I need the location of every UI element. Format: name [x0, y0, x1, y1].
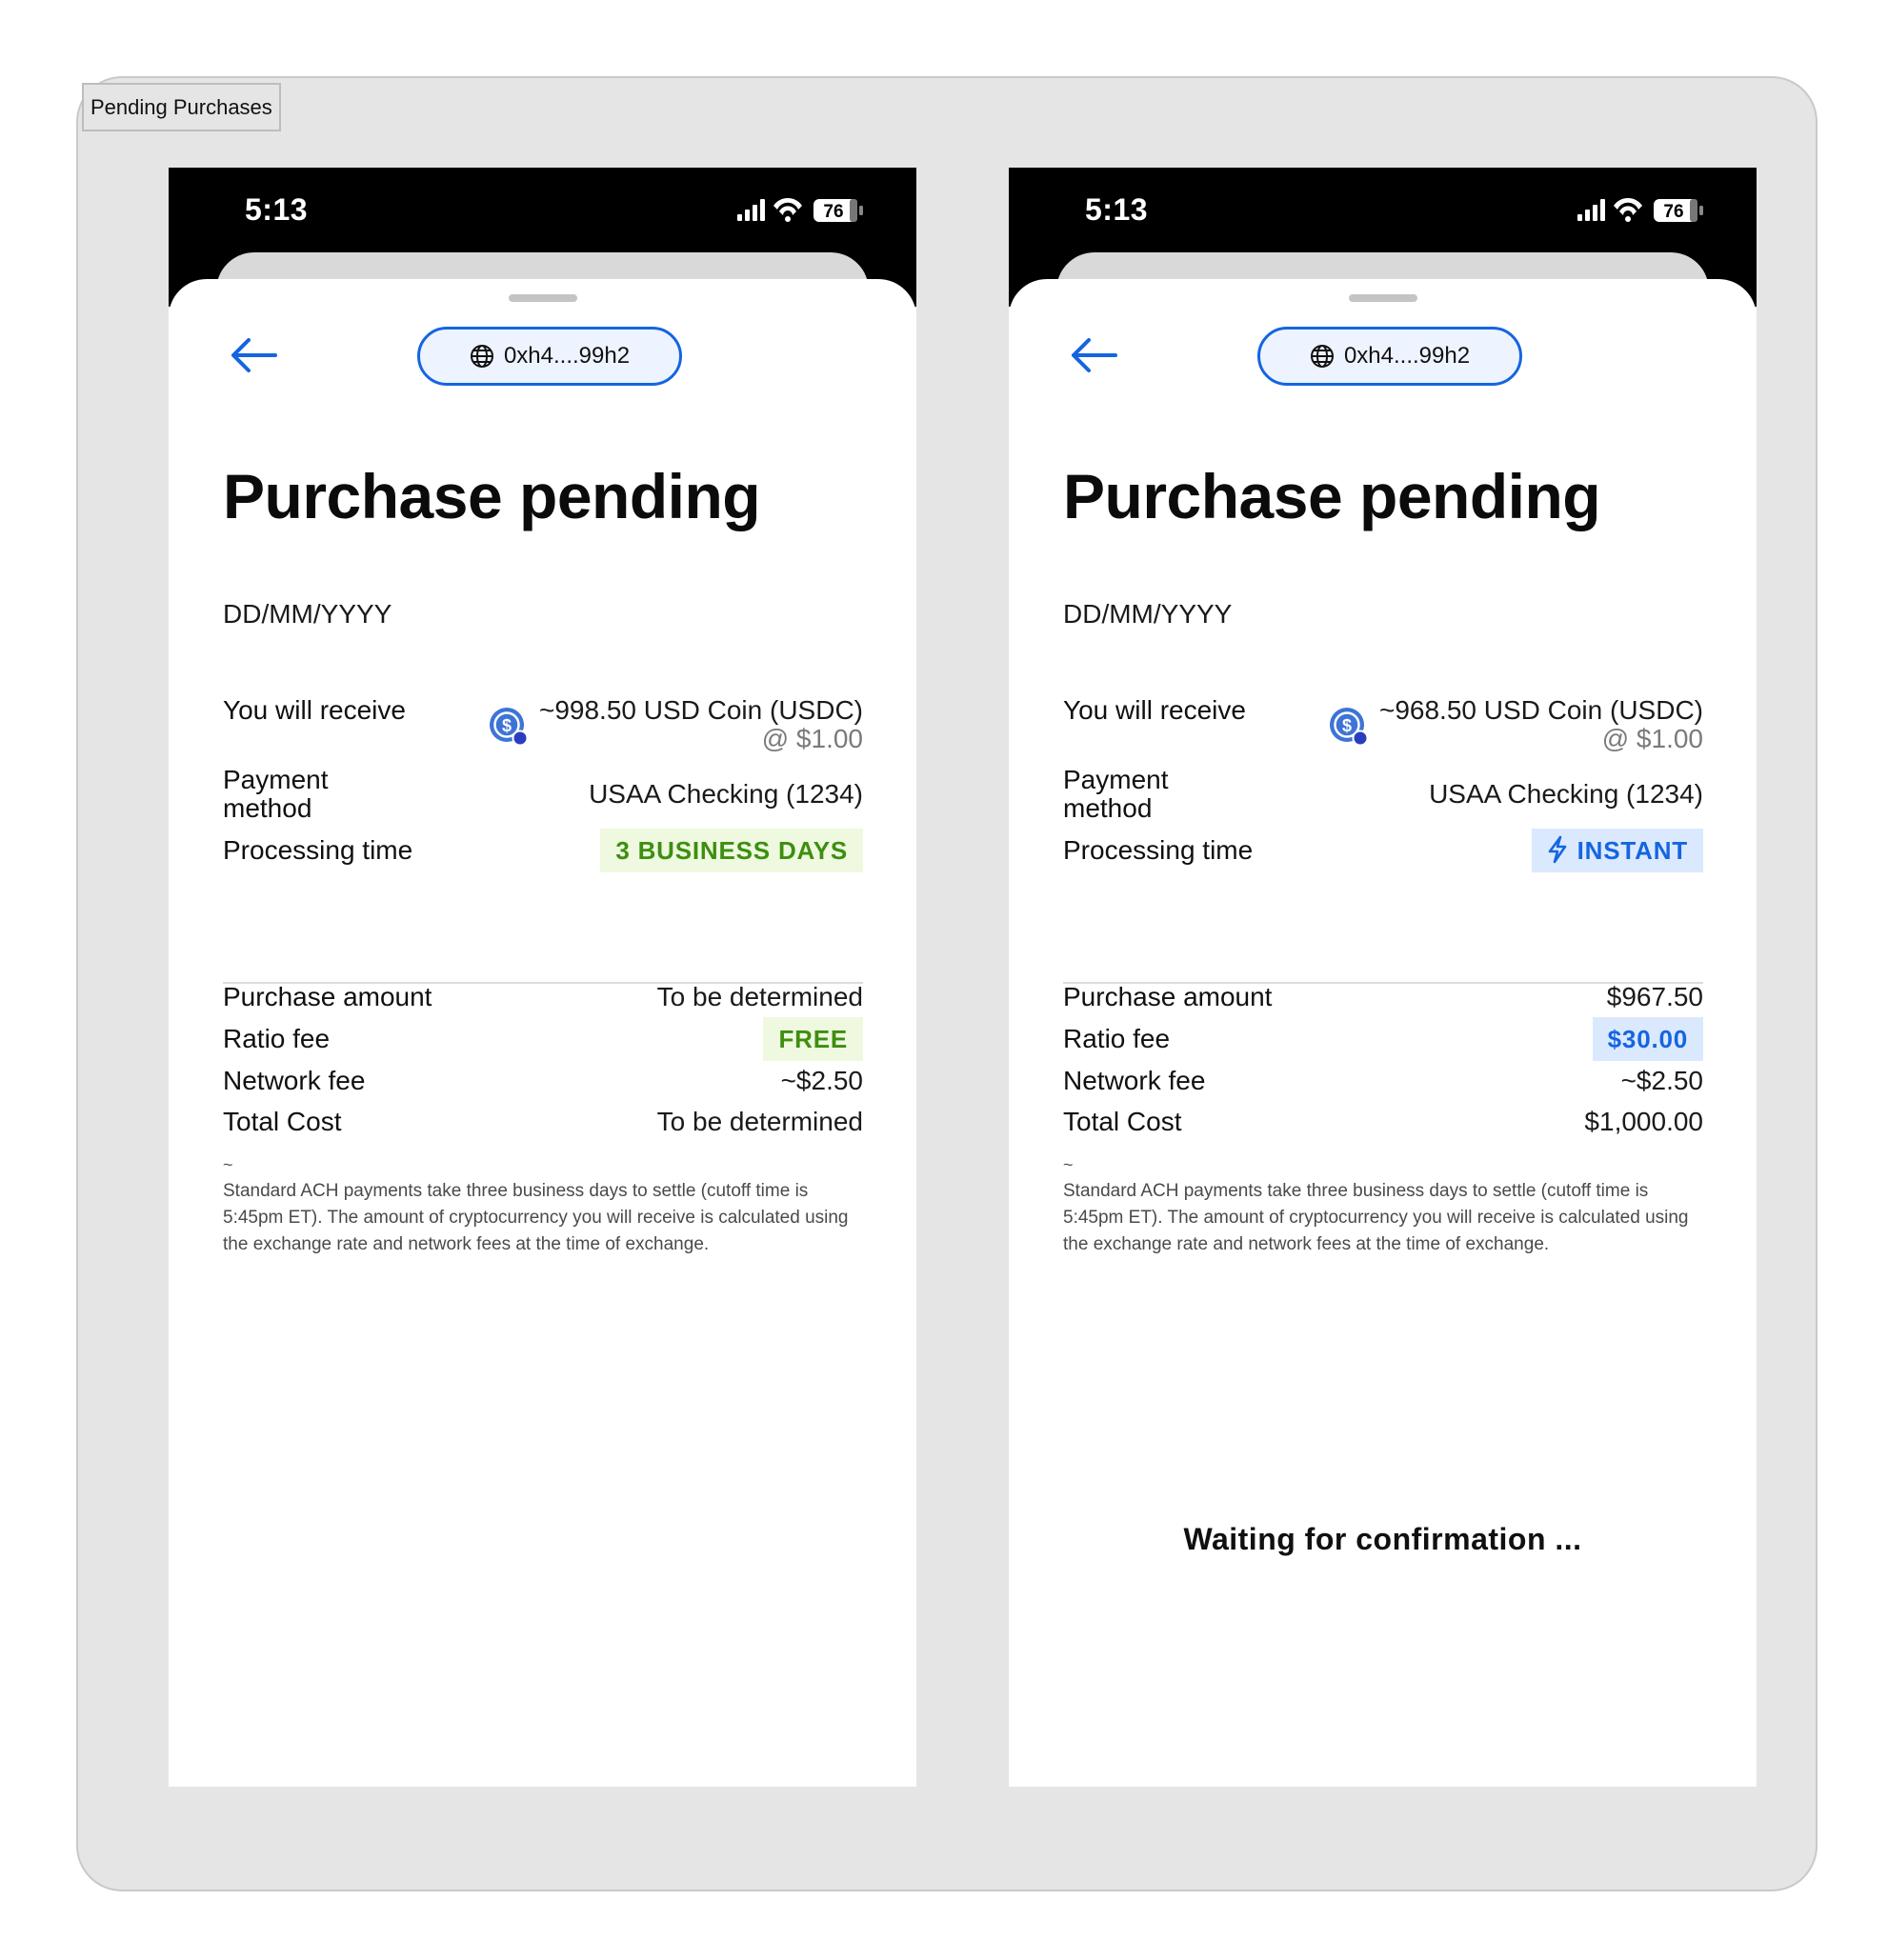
purchase-amount-value: To be determined: [656, 982, 863, 1011]
bottom-sheet: 0xh4....99h2 Purchase pending DD/MM/YYYY…: [1009, 279, 1757, 1787]
purchase-amount-label: Purchase amount: [223, 982, 432, 1011]
wallet-address-pill[interactable]: 0xh4....99h2: [417, 327, 682, 386]
footnote-text: Standard ACH payments take three busines…: [223, 1181, 849, 1254]
sheet-grabber[interactable]: [1349, 294, 1417, 302]
globe-icon: [1310, 345, 1334, 368]
payment-method-label-line2: method: [1063, 793, 1153, 823]
network-fee-value: ~$2.50: [780, 1066, 863, 1095]
svg-text:$: $: [502, 716, 512, 735]
lightning-bolt-icon: [1548, 835, 1566, 864]
bottom-sheet: 0xh4....99h2 Purchase pending DD/MM/YYYY…: [169, 279, 916, 1787]
wallet-address: 0xh4....99h2: [503, 343, 631, 369]
waiting-confirmation-text: Waiting for confirmation ...: [1183, 1522, 1582, 1556]
receive-rate: @ $1.00: [761, 724, 863, 753]
processing-time-badge: 3 BUSINESS DAYS: [600, 829, 863, 872]
signal-icon: [737, 199, 765, 221]
phone-screen-instant: 5:13 76 0xh4....99h2 Purchase pending DD…: [1009, 168, 1757, 1787]
network-fee-value: ~$2.50: [1620, 1066, 1703, 1095]
wallet-address: 0xh4....99h2: [1343, 343, 1471, 369]
battery-icon: 76: [1654, 199, 1703, 222]
frame-label: Pending Purchases: [82, 83, 281, 131]
ratio-fee-label: Ratio fee: [1063, 1024, 1171, 1053]
signal-icon: [1577, 199, 1605, 221]
payment-method-value: USAA Checking (1234): [1429, 779, 1703, 809]
page-title: Purchase pending: [1063, 461, 1601, 531]
purchase-date: DD/MM/YYYY: [223, 599, 392, 629]
status-icons: 76: [737, 197, 863, 222]
usdc-coin-icon: $: [1330, 708, 1369, 747]
ratio-fee-label: Ratio fee: [223, 1024, 331, 1053]
wifi-icon: [773, 197, 802, 222]
battery-icon: 76: [813, 199, 863, 222]
total-cost-value: $1,000.00: [1584, 1107, 1703, 1136]
svg-text:76: 76: [1663, 202, 1683, 222]
ratio-fee-badge: FREE: [763, 1017, 863, 1061]
footnote-text: Standard ACH payments take three busines…: [1063, 1181, 1689, 1254]
footnote-mark: ~: [223, 1155, 233, 1174]
receive-rate: @ $1.00: [1601, 724, 1703, 753]
total-cost-label: Total Cost: [1063, 1107, 1182, 1136]
payment-method-value: USAA Checking (1234): [589, 779, 863, 809]
status-time: 5:13: [1085, 192, 1149, 227]
svg-text:76: 76: [823, 202, 843, 222]
network-fee-label: Network fee: [1063, 1066, 1206, 1095]
back-arrow-icon[interactable]: [1068, 334, 1119, 376]
globe-icon: [470, 345, 493, 368]
purchase-date: DD/MM/YYYY: [1063, 599, 1233, 629]
payment-method-label-line2: method: [223, 793, 312, 823]
total-cost-value: To be determined: [656, 1107, 863, 1136]
wifi-icon: [1614, 197, 1642, 222]
receive-label: You will receive: [1063, 695, 1246, 725]
network-fee-label: Network fee: [223, 1066, 366, 1095]
footnote-mark: ~: [1063, 1155, 1074, 1174]
svg-text:$: $: [1342, 716, 1352, 735]
wallet-address-pill[interactable]: 0xh4....99h2: [1257, 327, 1522, 386]
processing-time-value: INSTANT: [1577, 836, 1688, 865]
sheet-grabber[interactable]: [509, 294, 577, 302]
status-time: 5:13: [245, 192, 309, 227]
purchase-amount-value: $967.50: [1606, 982, 1703, 1011]
processing-time-badge: INSTANT: [1531, 829, 1703, 872]
phone-screen-standard: 5:13 76 0xh4....99h2 Purchase pending DD…: [169, 168, 916, 1787]
processing-time-label: Processing time: [1063, 835, 1254, 865]
usdc-coin-icon: $: [490, 708, 529, 747]
receive-label: You will receive: [223, 695, 406, 725]
ratio-fee-badge: $30.00: [1592, 1017, 1703, 1061]
back-arrow-icon[interactable]: [228, 334, 279, 376]
processing-time-label: Processing time: [223, 835, 413, 865]
page-title: Purchase pending: [223, 461, 761, 531]
total-cost-label: Total Cost: [223, 1107, 342, 1136]
status-icons: 76: [1577, 197, 1703, 222]
purchase-amount-label: Purchase amount: [1063, 982, 1273, 1011]
